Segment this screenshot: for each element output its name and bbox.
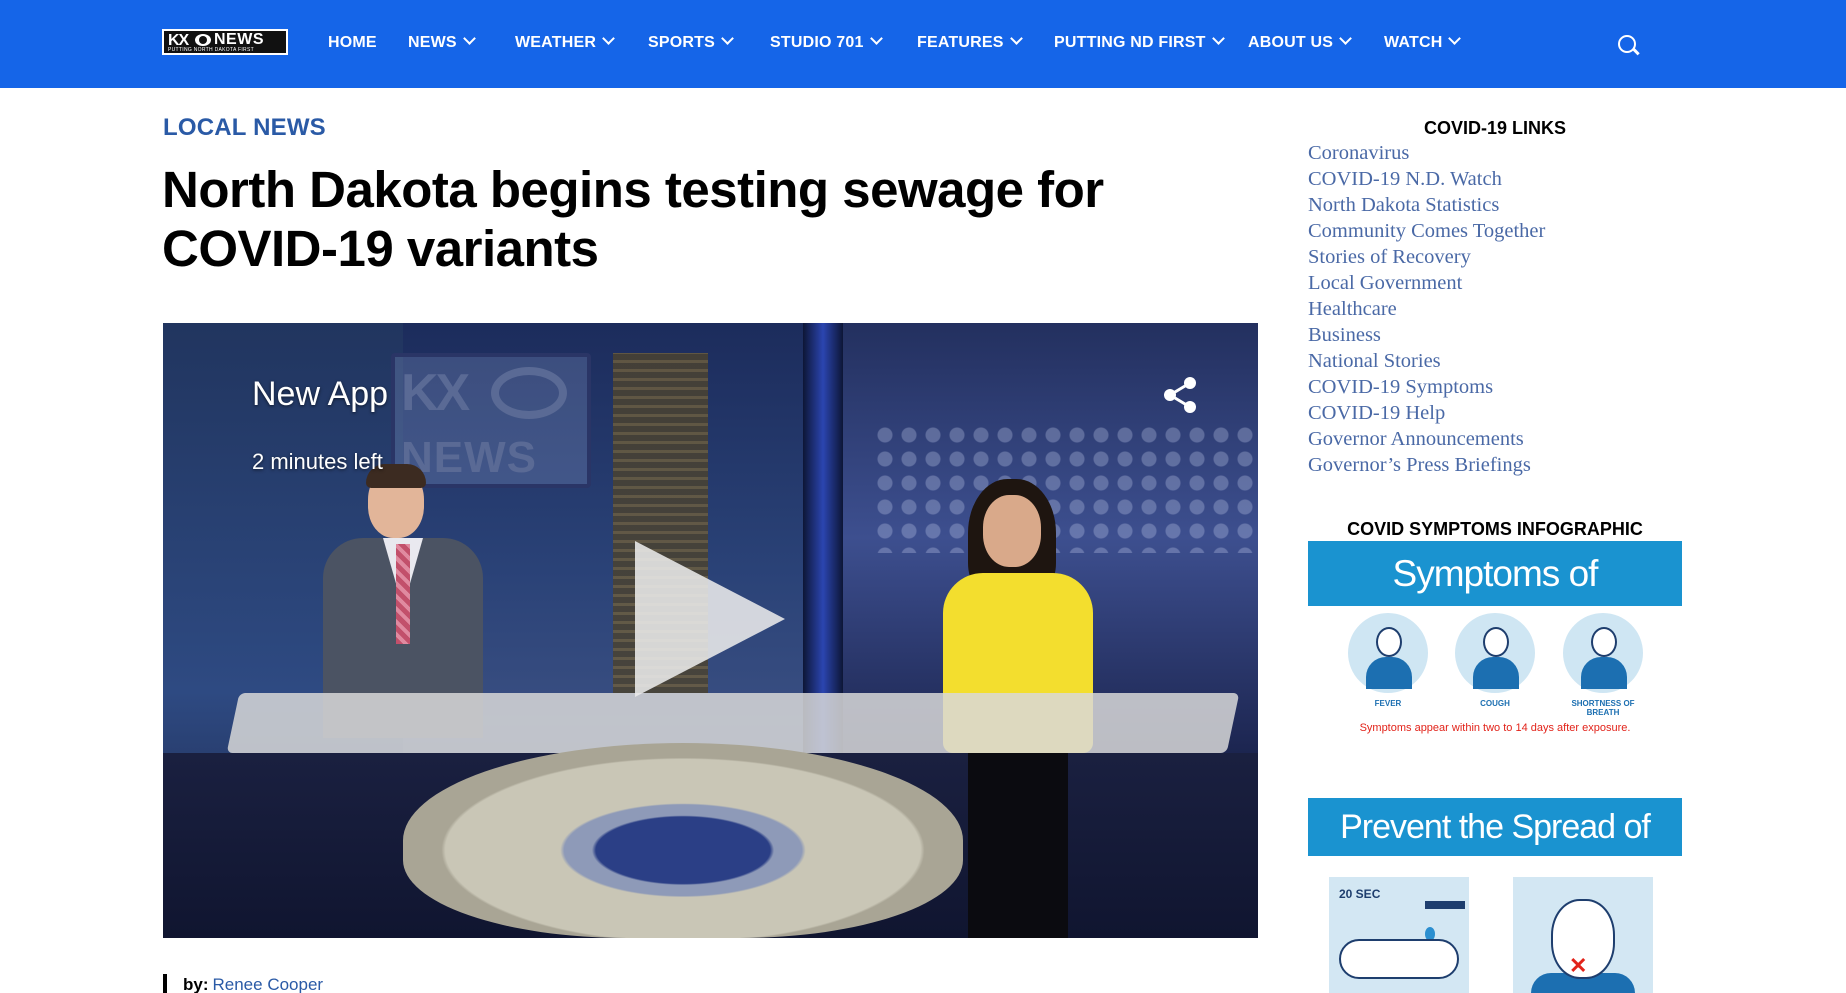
video-player[interactable]: KX NEWS New App 2 minutes left xyxy=(163,323,1258,938)
covid-link-local-government[interactable]: Local Government xyxy=(1308,270,1545,296)
byline: by: Renee Cooper xyxy=(163,974,323,993)
cbs-eye-icon xyxy=(491,367,567,419)
nav-home[interactable]: HOME xyxy=(328,34,377,52)
covid-link-nd-statistics[interactable]: North Dakota Statistics xyxy=(1308,192,1545,218)
nav-watch-label: WATCH xyxy=(1384,34,1443,51)
studio-logo-kx: KX xyxy=(401,364,470,422)
covid-link-recovery[interactable]: Stories of Recovery xyxy=(1308,244,1545,270)
faucet-icon xyxy=(1425,901,1465,909)
nav-weather[interactable]: WEATHER xyxy=(515,32,615,52)
nav-sports[interactable]: SPORTS xyxy=(648,32,734,52)
covid-link-coronavirus[interactable]: Coronavirus xyxy=(1308,140,1545,166)
covid-link-business[interactable]: Business xyxy=(1308,322,1545,348)
top-nav-bar: KX NEWS PUTTING NORTH DAKOTA FIRST HOME … xyxy=(0,0,1846,88)
nav-news-label: NEWS xyxy=(408,34,457,51)
covid-link-help[interactable]: COVID-19 Help xyxy=(1308,400,1545,426)
hands-icon xyxy=(1339,939,1459,979)
nav-studio-701[interactable]: STUDIO 701 xyxy=(770,32,883,52)
chevron-down-icon xyxy=(602,32,615,45)
cough-icon xyxy=(1455,613,1535,693)
shortness-of-breath-icon xyxy=(1563,613,1643,693)
covid-link-national-stories[interactable]: National Stories xyxy=(1308,348,1545,374)
share-icon[interactable] xyxy=(1160,375,1200,415)
nav-about-us[interactable]: ABOUT US xyxy=(1248,32,1353,52)
covid-link-community[interactable]: Community Comes Together xyxy=(1308,218,1545,244)
nav-features[interactable]: FEATURES xyxy=(917,32,1023,52)
play-icon[interactable] xyxy=(635,541,785,697)
nav-watch[interactable]: WATCH xyxy=(1384,32,1462,52)
prevent-spread-banner[interactable]: Prevent the Spread of COVID-19 xyxy=(1308,798,1682,904)
kx-news-logo[interactable]: KX NEWS PUTTING NORTH DAKOTA FIRST xyxy=(162,29,288,55)
byline-prefix: by: xyxy=(183,975,209,993)
covid-link-governor-announcements[interactable]: Governor Announcements xyxy=(1308,426,1545,452)
nav-weather-label: WEATHER xyxy=(515,34,597,51)
chevron-down-icon xyxy=(1339,32,1353,45)
symptom-label-cough: COUGH xyxy=(1480,699,1510,708)
search-icon[interactable] xyxy=(1618,35,1640,57)
fever-icon xyxy=(1348,613,1428,693)
video-title: New App xyxy=(252,375,389,413)
video-time-remaining: 2 minutes left xyxy=(252,449,383,474)
author-link[interactable]: Renee Cooper xyxy=(213,975,324,993)
symptoms-note: Symptoms appear within two to 14 days af… xyxy=(1359,722,1631,734)
logo-tagline: PUTTING NORTH DAKOTA FIRST xyxy=(168,47,254,53)
covid-link-nd-watch[interactable]: COVID-19 N.D. Watch xyxy=(1308,166,1545,192)
chevron-down-icon xyxy=(1448,32,1462,45)
handwashing-illustration: 20 SEC xyxy=(1329,877,1469,993)
cbs-eye-icon xyxy=(195,34,211,46)
x-mark-icon: ✕ xyxy=(1569,953,1588,978)
covid-links-list: Coronavirus COVID-19 N.D. Watch North Da… xyxy=(1308,140,1545,478)
symptoms-banner: Symptoms of Coronavirus xyxy=(1308,541,1682,659)
infographic-title: COVID SYMPTOMS INFOGRAPHIC xyxy=(1347,519,1643,539)
no-face-touch-illustration: ✕ xyxy=(1513,877,1653,993)
chevron-down-icon xyxy=(1211,32,1225,45)
article-headline: North Dakota begins testing sewage for C… xyxy=(162,161,1104,278)
news-desk-base xyxy=(403,743,963,938)
symptom-label-fever: FEVER xyxy=(1374,699,1402,708)
covid-link-symptoms[interactable]: COVID-19 Symptoms xyxy=(1308,374,1545,400)
chevron-down-icon xyxy=(1009,32,1023,45)
nav-news[interactable]: NEWS xyxy=(408,32,476,52)
covid-link-press-briefings[interactable]: Governor’s Press Briefings xyxy=(1308,452,1545,478)
symptoms-infographic[interactable]: Symptoms of Coronavirus FEVER COUGH SHOR… xyxy=(1308,541,1682,741)
section-label[interactable]: LOCAL NEWS xyxy=(163,114,326,142)
nav-home-label: HOME xyxy=(328,34,377,51)
chevron-down-icon xyxy=(869,32,883,45)
chevron-down-icon xyxy=(462,32,476,45)
chevron-down-icon xyxy=(721,32,734,45)
nav-putting-nd-first-label: PUTTING ND FIRST xyxy=(1054,34,1206,51)
nav-putting-nd-first[interactable]: PUTTING ND FIRST xyxy=(1054,32,1225,52)
nav-features-label: FEATURES xyxy=(917,34,1004,51)
symptom-label-breath: SHORTNESS OF BREATH xyxy=(1571,699,1635,717)
studio-pillar xyxy=(803,323,843,753)
nav-sports-label: SPORTS xyxy=(648,34,715,51)
nav-about-us-label: ABOUT US xyxy=(1248,34,1334,51)
nav-studio-701-label: STUDIO 701 xyxy=(770,34,864,51)
timer-label: 20 SEC xyxy=(1339,887,1381,901)
covid-link-healthcare[interactable]: Healthcare xyxy=(1308,296,1545,322)
covid-links-title: COVID-19 LINKS xyxy=(1423,118,1567,138)
